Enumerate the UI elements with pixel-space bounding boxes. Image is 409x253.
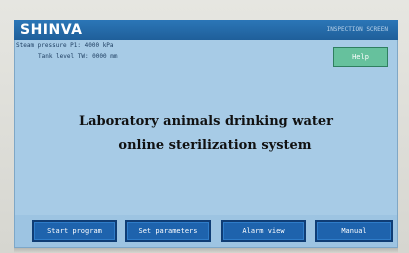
top-bar: SHINVA INSPECTION SCREEN bbox=[14, 20, 398, 40]
screen-label: INSPECTION SCREEN bbox=[326, 26, 388, 33]
set-parameters-button[interactable]: Set parameters bbox=[125, 220, 211, 242]
title-line-1: Laboratory animals drinking water bbox=[78, 114, 334, 129]
manual-button[interactable]: Manual bbox=[315, 220, 393, 242]
start-program-button[interactable]: Start program bbox=[32, 220, 117, 242]
system-title: Laboratory animals drinking water online… bbox=[14, 112, 398, 156]
title-line-2: online sterilization system bbox=[118, 138, 312, 153]
brand-logo: SHINVA bbox=[20, 22, 83, 38]
device-frame: SHINVA INSPECTION SCREEN Steam pressure … bbox=[0, 0, 409, 253]
bezel-shadow bbox=[14, 248, 398, 253]
alarm-view-button[interactable]: Alarm view bbox=[221, 220, 306, 242]
help-button[interactable]: Help bbox=[333, 47, 388, 67]
hmi-screen: SHINVA INSPECTION SCREEN Steam pressure … bbox=[14, 20, 398, 248]
steam-pressure-readout: Steam pressure P1: 4000 kPa bbox=[16, 42, 114, 49]
tank-level-readout: Tank level TW: 0000 mm bbox=[38, 53, 118, 60]
